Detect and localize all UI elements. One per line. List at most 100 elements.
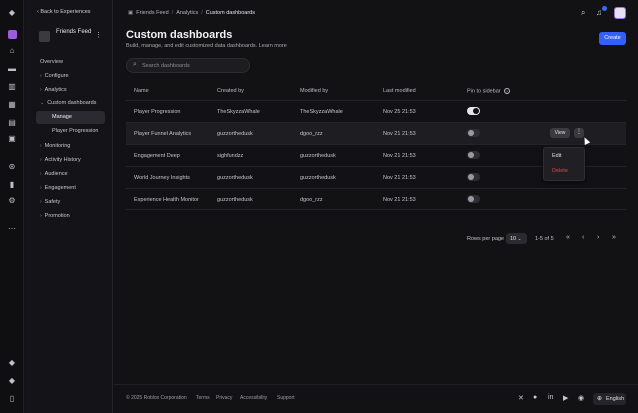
row-last-modified: Nov 21 21:53	[383, 131, 416, 137]
row-created-by: guzzorthedusk	[217, 197, 253, 203]
row-last-modified: Nov 21 21:53	[383, 175, 416, 181]
page-subtitle: Build, manage, and edit customized data …	[126, 43, 287, 49]
column-header-created-by[interactable]: Created by	[217, 88, 244, 94]
toggle-knob	[468, 152, 474, 158]
monetization-icon[interactable]: ▦	[7, 100, 17, 110]
messages-icon[interactable]: ▤	[7, 118, 17, 128]
studio-icon[interactable]: ◆	[7, 358, 17, 368]
row-modified-by: TheSkyzzaWhale	[300, 109, 343, 115]
rows-per-page-select[interactable]: 10 ⌄	[506, 233, 527, 244]
footer-link-support[interactable]: Support	[277, 395, 295, 401]
linkedin-icon[interactable]: in	[548, 394, 553, 401]
pin-toggle[interactable]	[467, 173, 480, 181]
nav-item-promotion[interactable]: › Promotion	[40, 213, 70, 219]
first-page-icon[interactable]: «	[566, 234, 570, 241]
more-apps-icon[interactable]: ⋯	[7, 224, 17, 234]
home-icon[interactable]: ⌂	[7, 46, 17, 56]
table-row[interactable]: Player Progression TheSkyzzaWhale TheSky…	[126, 100, 626, 122]
nav-item-monitoring[interactable]: › Monitoring	[40, 143, 70, 149]
search-input[interactable]	[142, 62, 242, 70]
row-name[interactable]: Player Funnel Analytics	[134, 131, 191, 137]
breadcrumb-item[interactable]: Analytics	[176, 10, 198, 16]
youtube-icon[interactable]: ▶	[563, 394, 568, 402]
next-page-icon[interactable]: ›	[597, 234, 599, 241]
x-twitter-icon[interactable]: ✕	[518, 394, 524, 402]
nav-item-custom-dashboards[interactable]: ⌄ Custom dashboards	[40, 100, 96, 106]
row-name[interactable]: Experience Health Monitor	[134, 197, 199, 203]
nav-item-activity-history[interactable]: › Activity History	[40, 157, 81, 163]
library-icon[interactable]: ▥	[7, 82, 17, 92]
pin-toggle[interactable]	[467, 129, 480, 137]
row-name[interactable]: Engagement Deep	[134, 153, 180, 159]
table-row[interactable]: Player Funnel Analytics guzzorthedusk dg…	[126, 122, 626, 144]
copyright: © 2025 Roblox Corporation	[126, 395, 187, 401]
chevron-right-icon: ›	[40, 199, 42, 205]
row-name[interactable]: World Journey Insights	[134, 175, 190, 181]
table-row[interactable]: Experience Health Monitor guzzorthedusk …	[126, 188, 626, 210]
footer-link-terms[interactable]: Terms	[196, 395, 210, 401]
discord-icon[interactable]: ◉	[578, 394, 584, 402]
column-header-name[interactable]: Name	[134, 88, 149, 94]
experience-more-icon[interactable]: ⋮	[95, 31, 102, 39]
back-link[interactable]: ‹ Back to Experiences	[37, 9, 91, 15]
nav-item-engagement[interactable]: › Engagement	[40, 185, 76, 191]
avatar[interactable]	[614, 7, 626, 19]
menu-item-edit[interactable]: Edit	[552, 153, 561, 159]
prev-page-icon[interactable]: ‹	[582, 234, 584, 241]
search-icon: ⌕	[133, 61, 137, 68]
side-navigation: ‹ Back to Experiences Friends Feed ⋮ Ove…	[25, 0, 113, 413]
menu-item-delete[interactable]: Delete	[552, 168, 568, 174]
settings-icon[interactable]: ⚙	[7, 196, 17, 206]
chevron-down-icon: ⌄	[517, 236, 522, 241]
last-page-icon[interactable]: »	[612, 234, 616, 241]
nav-item-audience[interactable]: › Audience	[40, 171, 68, 177]
toggle-knob	[473, 108, 479, 114]
roblox-icon[interactable]: ◆	[7, 376, 17, 386]
dollar-icon[interactable]: ⊛	[7, 162, 17, 172]
app-rail: ◆ ⌂ ▬ ▥ ▦ ▤ ▣ ⊛ ▮ ⚙ ⋯ ◆ ◆ ▯	[0, 0, 24, 413]
toggle-knob	[468, 196, 474, 202]
create-button[interactable]: Create	[599, 32, 626, 45]
folder-icon[interactable]: ▬	[7, 64, 17, 74]
nav-item-analytics[interactable]: › Analytics	[40, 87, 67, 93]
breadcrumb-item[interactable]: Friends Feed	[136, 10, 168, 16]
roblox-logo-icon[interactable]: ◆	[7, 8, 17, 18]
help-icon[interactable]: ?	[503, 88, 510, 94]
pin-toggle[interactable]	[467, 107, 480, 115]
globe-icon: ⊕	[597, 396, 603, 402]
panel-toggle-icon[interactable]: ▯	[7, 394, 17, 404]
footer-link-accessibility[interactable]: Accessibility	[240, 395, 267, 401]
pin-toggle[interactable]	[467, 151, 480, 159]
nav-item-player-progression[interactable]: Player Progression	[52, 128, 98, 134]
nav-item-configure[interactable]: › Configure	[40, 73, 69, 79]
experience-icon[interactable]	[8, 30, 17, 39]
nav-item-overview[interactable]: Overview	[40, 59, 63, 65]
view-button[interactable]: View	[550, 128, 570, 138]
analytics-icon[interactable]: ▮	[7, 180, 17, 190]
nav-item-manage[interactable]: Manage	[52, 114, 72, 120]
row-name[interactable]: Player Progression	[134, 109, 180, 115]
row-last-modified: Nov 25 21:53	[383, 109, 416, 115]
nav-item-safety[interactable]: › Safety	[40, 199, 60, 205]
search-field: ⌕	[126, 58, 250, 73]
groups-icon[interactable]: ▣	[7, 134, 17, 144]
bell-icon[interactable]: ♫	[596, 8, 602, 17]
breadcrumb: ▣ Friends Feed / Analytics / Custom dashboar…	[128, 10, 255, 16]
toggle-knob	[468, 174, 474, 180]
row-modified-by: guzzorthedusk	[300, 175, 336, 181]
pin-toggle[interactable]	[467, 195, 480, 203]
search-icon[interactable]: ⌕	[581, 8, 585, 18]
footer: © 2025 Roblox Corporation Terms Privacy …	[114, 384, 638, 413]
rows-per-page-label: Rows per page	[467, 236, 504, 242]
row-context-menu: Edit Delete	[543, 147, 585, 181]
footer-link-privacy[interactable]: Privacy	[216, 395, 232, 401]
column-header-last-modified[interactable]: Last modified	[383, 88, 416, 94]
column-header-modified-by[interactable]: Modified by	[300, 88, 328, 94]
facebook-icon[interactable]: ●	[533, 394, 537, 401]
language-selector[interactable]: ⊕ English	[593, 393, 626, 405]
chevron-right-icon: ›	[40, 185, 42, 191]
row-modified-by: guzzorthedusk	[300, 153, 336, 159]
more-options-icon[interactable]: ⋮	[574, 128, 584, 138]
chevron-right-icon: ›	[40, 143, 42, 149]
column-header-pin: Pin to sidebar?	[467, 88, 510, 95]
